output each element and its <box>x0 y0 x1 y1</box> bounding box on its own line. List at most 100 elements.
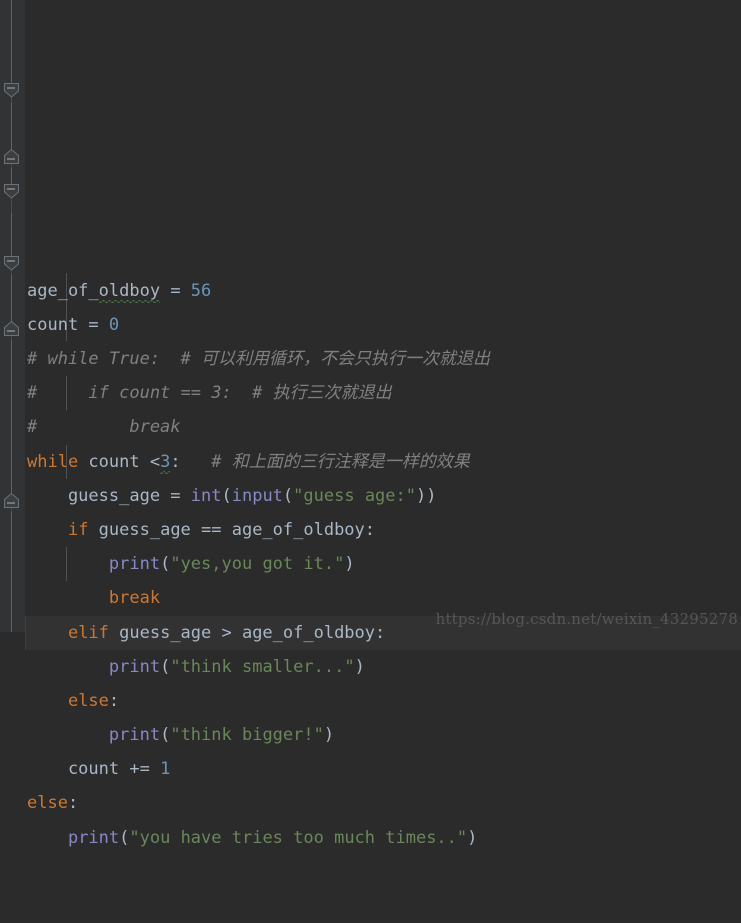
code-line-text: count += 1 <box>25 752 170 786</box>
code-line[interactable]: print("think smaller...") <box>25 650 741 684</box>
code-token: # if count == 3: # <box>27 383 273 404</box>
code-line-text: # break <box>25 410 181 444</box>
code-line[interactable]: # break <box>25 410 741 444</box>
code-line[interactable]: age_of_oldboy = 56 <box>25 274 741 308</box>
code-token: else <box>27 793 68 814</box>
fold-marker-collapse-icon[interactable] <box>3 82 20 99</box>
code-line-text: count = 0 <box>25 308 119 342</box>
code-token: "guess age:" <box>293 485 416 506</box>
code-line-text: print("think bigger!") <box>25 718 334 752</box>
fold-marker-collapse-icon[interactable] <box>3 320 20 337</box>
code-line-text: guess_age = int(input("guess age:")) <box>25 479 437 513</box>
code-token: ( <box>160 554 171 575</box>
code-token: age_of_ <box>27 280 99 301</box>
code-token: 和上面的三行注释是一样的效果 <box>231 451 470 472</box>
code-token: 56 <box>190 280 212 301</box>
code-line-text: print("you have tries too much times..") <box>25 821 477 855</box>
code-token: input <box>231 485 283 506</box>
code-line[interactable]: else: <box>25 786 741 820</box>
code-token: ) <box>467 827 478 848</box>
code-line-text: # while True: # 可以利用循环，不会只执行一次就退出 <box>25 342 490 376</box>
code-line-text: break <box>25 581 160 615</box>
code-token: = <box>160 280 191 301</box>
code-token: ( <box>160 656 171 677</box>
code-line-text: age_of_oldboy = 56 <box>25 274 211 308</box>
code-token: guess_age = <box>27 485 191 506</box>
code-token: guess_age > age_of_oldboy: <box>108 622 386 643</box>
code-token: print <box>108 725 161 746</box>
code-line[interactable]: print("yes,you got it.") <box>25 547 741 581</box>
fold-span-line <box>11 275 12 323</box>
code-token: int <box>190 485 222 506</box>
code-line[interactable]: # while True: # 可以利用循环，不会只执行一次就退出 <box>25 342 741 376</box>
code-line-text: # if count == 3: # 执行三次就退出 <box>25 376 392 410</box>
csdn-watermark: https://blog.csdn.net/weixin_43295278 <box>435 610 738 628</box>
code-token: ) <box>354 656 365 677</box>
code-token: # <box>211 451 232 472</box>
code-token: ) <box>344 554 355 575</box>
code-line[interactable]: else: <box>25 684 741 718</box>
code-token: "think smaller..." <box>170 656 355 677</box>
code-token: print <box>108 656 161 677</box>
fold-marker-collapse-icon[interactable] <box>3 492 20 509</box>
code-token: "think bigger!" <box>170 725 324 746</box>
code-editor: age_of_oldboy = 56 count = 0 # while True:… <box>0 0 741 848</box>
code-token: 3 <box>160 451 171 472</box>
code-token: # break <box>27 417 181 438</box>
code-token: break <box>108 588 161 609</box>
code-token: elif <box>67 622 109 643</box>
code-token: ( <box>160 725 171 746</box>
code-token: while <box>27 451 79 472</box>
code-line-text: if guess_age == age_of_oldboy: <box>25 513 375 547</box>
code-token: oldboy <box>98 280 161 301</box>
code-token: ( <box>282 485 294 506</box>
code-token: 0 <box>108 314 120 335</box>
code-line[interactable]: while count <3: # 和上面的三行注释是一样的效果 <box>25 445 741 479</box>
code-line[interactable]: count = 0 <box>25 308 741 342</box>
code-token: count += <box>27 759 161 780</box>
fold-span-line <box>11 340 12 495</box>
code-line-text: elif guess_age > age_of_oldboy: <box>25 616 385 650</box>
code-line[interactable]: print("think bigger!") <box>25 718 741 752</box>
code-token: 执行三次就退出 <box>272 383 392 404</box>
fold-marker-collapse-icon[interactable] <box>3 148 20 165</box>
fold-span-line <box>11 0 12 86</box>
code-token: "yes,you got it." <box>170 554 345 575</box>
code-token: 1 <box>160 759 171 780</box>
fold-span-line <box>11 103 12 151</box>
code-token: )) <box>416 485 437 506</box>
code-token: : <box>170 451 212 472</box>
code-line[interactable]: print("you have tries too much times..") <box>25 821 741 855</box>
code-token: count = <box>27 314 109 335</box>
code-line-text: else: <box>25 786 78 820</box>
code-line[interactable]: if guess_age == age_of_oldboy: <box>25 513 741 547</box>
code-token: "you have tries too much times.." <box>129 827 468 848</box>
code-token: ( <box>119 827 130 848</box>
fold-span-line <box>11 512 12 632</box>
code-line[interactable]: guess_age = int(input("guess age:")) <box>25 479 741 513</box>
editor-gutter[interactable] <box>0 0 25 632</box>
code-token: ) <box>323 725 335 746</box>
code-token: < <box>149 451 161 472</box>
code-text-area[interactable]: age_of_oldboy = 56 count = 0 # while True:… <box>25 0 741 848</box>
code-line-text: print("yes,you got it.") <box>25 547 355 581</box>
code-token: ( <box>221 485 232 506</box>
fold-span-line <box>11 213 12 258</box>
fold-marker-collapse-icon[interactable] <box>3 183 20 200</box>
code-token: : <box>108 690 120 711</box>
fold-marker-collapse-icon[interactable] <box>3 255 20 272</box>
code-line[interactable]: # if count == 3: # 执行三次就退出 <box>25 376 741 410</box>
code-line[interactable]: count += 1 <box>25 752 741 786</box>
code-token: : <box>67 793 79 814</box>
code-token: if <box>67 519 89 540</box>
code-token: print <box>67 827 120 848</box>
code-line-text: else: <box>25 684 119 718</box>
